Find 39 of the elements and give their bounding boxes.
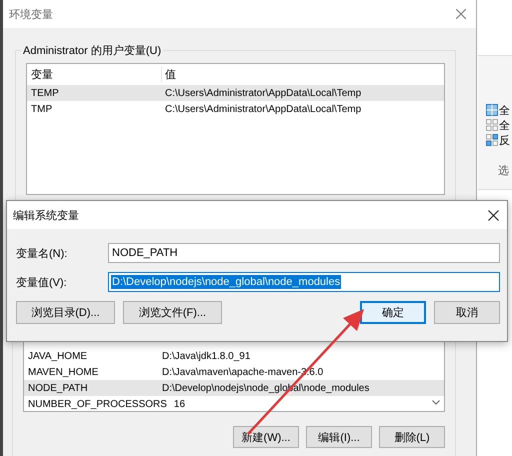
- variable-value: 16: [172, 398, 186, 410]
- action-button[interactable]: 编辑(I)...: [306, 426, 372, 448]
- input-field[interactable]: D:\Develop\nodejs\node_global\node_modules: [108, 272, 500, 292]
- action-button[interactable]: 新建(W)...: [233, 426, 299, 448]
- variable-name: NUMBER_OF_PROCESSORS: [27, 398, 168, 410]
- input-field[interactable]: NODE_PATH: [108, 243, 500, 263]
- field-label: 变量名(N):: [16, 246, 68, 260]
- variable-name: TEMP: [30, 88, 60, 98]
- menu-label[interactable]: 全: [499, 118, 510, 132]
- list-row[interactable]: TEMP C:\Users\Administrator\AppData\Local\Temp: [27, 85, 444, 101]
- window-title: 环境变量: [9, 8, 53, 22]
- list-row[interactable]: JAVA_HOME D:\Java\jdk1.8.0_91: [24, 348, 444, 364]
- grid-icon[interactable]: [486, 134, 498, 146]
- menu-label[interactable]: 反: [499, 132, 510, 148]
- scroll-down-icon[interactable]: [432, 400, 440, 405]
- dialog-button[interactable]: 取消: [434, 301, 500, 324]
- action-button[interactable]: 删除(L): [379, 426, 445, 448]
- column-header[interactable]: 值: [162, 66, 176, 82]
- variable-list[interactable]: 变量 值 TEMP C:\Users\Administrator\AppData\Local\Temp TMP C:\Users\Administrator\AppData\Local\Temp: [26, 63, 445, 195]
- browse-button[interactable]: 浏览文件(F)...: [123, 301, 222, 324]
- list-row[interactable]: TMP C:\Users\Administrator\AppData\Local\Temp: [27, 101, 444, 117]
- variable-name: MAVEN_HOME: [27, 366, 100, 378]
- field-label: 变量值(V):: [16, 276, 68, 290]
- group-label: Administrator 的用户变量(U): [21, 43, 164, 58]
- variable-name: TMP: [30, 104, 54, 114]
- variable-name: NODE_PATH: [27, 382, 89, 394]
- list-row[interactable]: NUMBER_OF_PROCESSORS 16: [24, 396, 444, 412]
- variable-value: D:\Java\jdk1.8.0_91: [161, 350, 250, 362]
- column-header[interactable]: 变量: [27, 66, 162, 82]
- variable-value: C:\Users\Administrator\AppData\Local\Temp: [164, 88, 362, 98]
- browse-button[interactable]: 浏览目录(D)...: [16, 301, 115, 324]
- variable-value: C:\Users\Administrator\AppData\Local\Temp: [164, 104, 362, 114]
- panel-label: 选: [498, 164, 510, 178]
- variable-name: JAVA_HOME: [27, 350, 88, 362]
- menu-label[interactable]: 全: [499, 102, 510, 118]
- grid-icon[interactable]: [486, 104, 498, 116]
- dialog-button[interactable]: 确定: [360, 301, 426, 324]
- close-icon[interactable]: [488, 210, 499, 220]
- dialog-title: 编辑系统变量: [13, 208, 79, 222]
